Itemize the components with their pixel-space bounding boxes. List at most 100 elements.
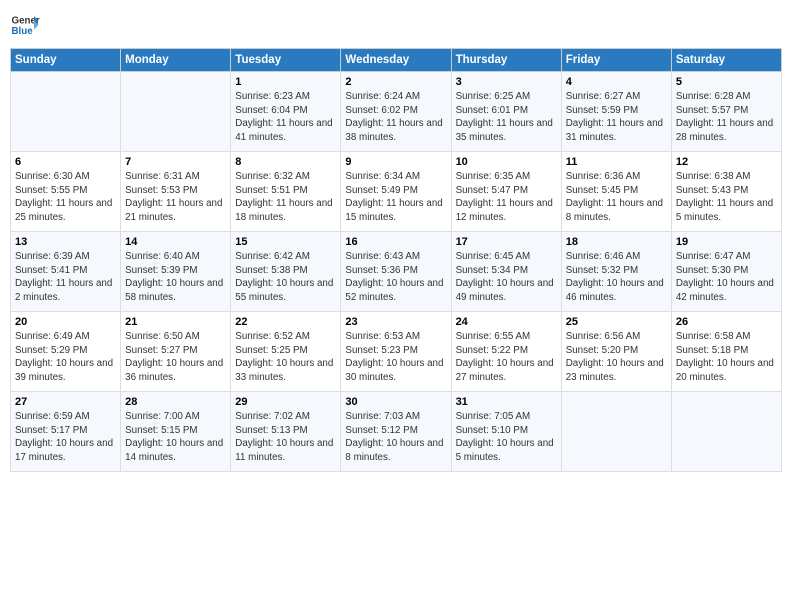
day-number: 6 bbox=[15, 156, 116, 168]
header-thursday: Thursday bbox=[451, 49, 561, 72]
day-number: 22 bbox=[235, 316, 336, 328]
day-number: 7 bbox=[125, 156, 226, 168]
day-info: Sunrise: 6:42 AMSunset: 5:38 PMDaylight:… bbox=[235, 250, 336, 305]
day-info: Sunrise: 6:38 AMSunset: 5:43 PMDaylight:… bbox=[676, 170, 777, 225]
day-number: 29 bbox=[235, 396, 336, 408]
calendar-cell: 7Sunrise: 6:31 AMSunset: 5:53 PMDaylight… bbox=[121, 152, 231, 232]
logo-icon: General Blue bbox=[10, 10, 40, 40]
calendar-cell bbox=[11, 72, 121, 152]
day-info: Sunrise: 6:59 AMSunset: 5:17 PMDaylight:… bbox=[15, 410, 116, 465]
day-number: 17 bbox=[456, 236, 557, 248]
page-header: General Blue bbox=[10, 10, 782, 40]
week-row-3: 13Sunrise: 6:39 AMSunset: 5:41 PMDayligh… bbox=[11, 232, 782, 312]
calendar-cell: 31 Sunrise: 7:05 AMSunset: 5:10 PMDayligh… bbox=[451, 392, 561, 472]
calendar-cell: 21 Sunrise: 6:50 AMSunset: 5:27 PMDayligh… bbox=[121, 312, 231, 392]
calendar-cell: 23 Sunrise: 6:53 AMSunset: 5:23 PMDayligh… bbox=[341, 312, 451, 392]
day-info: Sunrise: 6:50 AMSunset: 5:27 PMDaylight:… bbox=[125, 330, 226, 385]
day-number: 28 bbox=[125, 396, 226, 408]
day-info: Sunrise: 6:28 AMSunset: 5:57 PMDaylight:… bbox=[676, 90, 777, 145]
day-info: Sunrise: 7:00 AMSunset: 5:15 PMDaylight:… bbox=[125, 410, 226, 465]
calendar-cell: 16 Sunrise: 6:43 AMSunset: 5:36 PMDayligh… bbox=[341, 232, 451, 312]
day-info: Sunrise: 6:32 AMSunset: 5:51 PMDaylight:… bbox=[235, 170, 336, 225]
calendar-cell: 18 Sunrise: 6:46 AMSunset: 5:32 PMDayligh… bbox=[561, 232, 671, 312]
calendar-cell: 13Sunrise: 6:39 AMSunset: 5:41 PMDayligh… bbox=[11, 232, 121, 312]
calendar-cell: 25 Sunrise: 6:56 AMSunset: 5:20 PMDayligh… bbox=[561, 312, 671, 392]
day-info: Sunrise: 6:43 AMSunset: 5:36 PMDaylight:… bbox=[345, 250, 446, 305]
day-info: Sunrise: 6:36 AMSunset: 5:45 PMDaylight:… bbox=[566, 170, 667, 225]
calendar-cell: 5Sunrise: 6:28 AMSunset: 5:57 PMDaylight… bbox=[671, 72, 781, 152]
day-info: Sunrise: 6:56 AMSunset: 5:20 PMDaylight:… bbox=[566, 330, 667, 385]
day-number: 15 bbox=[235, 236, 336, 248]
day-number: 25 bbox=[566, 316, 667, 328]
calendar-cell bbox=[671, 392, 781, 472]
calendar-cell: 22 Sunrise: 6:52 AMSunset: 5:25 PMDayligh… bbox=[231, 312, 341, 392]
day-info: Sunrise: 6:25 AMSunset: 6:01 PMDaylight:… bbox=[456, 90, 557, 145]
header-sunday: Sunday bbox=[11, 49, 121, 72]
header-saturday: Saturday bbox=[671, 49, 781, 72]
day-info: Sunrise: 6:35 AMSunset: 5:47 PMDaylight:… bbox=[456, 170, 557, 225]
day-number: 16 bbox=[345, 236, 446, 248]
calendar-cell: 28 Sunrise: 7:00 AMSunset: 5:15 PMDayligh… bbox=[121, 392, 231, 472]
day-number: 12 bbox=[676, 156, 777, 168]
header-tuesday: Tuesday bbox=[231, 49, 341, 72]
day-number: 3 bbox=[456, 76, 557, 88]
week-row-2: 6 Sunrise: 6:30 AMSunset: 5:55 PMDaylight… bbox=[11, 152, 782, 232]
header-monday: Monday bbox=[121, 49, 231, 72]
calendar-cell: 24 Sunrise: 6:55 AMSunset: 5:22 PMDayligh… bbox=[451, 312, 561, 392]
header-friday: Friday bbox=[561, 49, 671, 72]
day-info: Sunrise: 6:49 AMSunset: 5:29 PMDaylight:… bbox=[15, 330, 116, 385]
calendar-cell: 1 Sunrise: 6:23 AMSunset: 6:04 PMDaylight… bbox=[231, 72, 341, 152]
day-info: Sunrise: 6:23 AMSunset: 6:04 PMDaylight:… bbox=[235, 90, 336, 145]
day-number: 27 bbox=[15, 396, 116, 408]
day-number: 10 bbox=[456, 156, 557, 168]
calendar-cell: 11 Sunrise: 6:36 AMSunset: 5:45 PMDayligh… bbox=[561, 152, 671, 232]
week-row-4: 20 Sunrise: 6:49 AMSunset: 5:29 PMDayligh… bbox=[11, 312, 782, 392]
day-number: 8 bbox=[235, 156, 336, 168]
calendar-cell: 26Sunrise: 6:58 AMSunset: 5:18 PMDayligh… bbox=[671, 312, 781, 392]
day-info: Sunrise: 6:40 AMSunset: 5:39 PMDaylight:… bbox=[125, 250, 226, 305]
svg-text:Blue: Blue bbox=[12, 26, 34, 37]
day-number: 19 bbox=[676, 236, 777, 248]
day-info: Sunrise: 6:52 AMSunset: 5:25 PMDaylight:… bbox=[235, 330, 336, 385]
day-number: 9 bbox=[345, 156, 446, 168]
day-number: 31 bbox=[456, 396, 557, 408]
day-info: Sunrise: 6:34 AMSunset: 5:49 PMDaylight:… bbox=[345, 170, 446, 225]
calendar-cell bbox=[121, 72, 231, 152]
day-info: Sunrise: 7:03 AMSunset: 5:12 PMDaylight:… bbox=[345, 410, 446, 465]
calendar-cell: 30 Sunrise: 7:03 AMSunset: 5:12 PMDayligh… bbox=[341, 392, 451, 472]
calendar-cell: 20 Sunrise: 6:49 AMSunset: 5:29 PMDayligh… bbox=[11, 312, 121, 392]
day-info: Sunrise: 6:30 AMSunset: 5:55 PMDaylight:… bbox=[15, 170, 116, 225]
day-number: 24 bbox=[456, 316, 557, 328]
day-info: Sunrise: 6:27 AMSunset: 5:59 PMDaylight:… bbox=[566, 90, 667, 145]
day-info: Sunrise: 6:45 AMSunset: 5:34 PMDaylight:… bbox=[456, 250, 557, 305]
week-row-1: 1 Sunrise: 6:23 AMSunset: 6:04 PMDaylight… bbox=[11, 72, 782, 152]
day-number: 18 bbox=[566, 236, 667, 248]
day-info: Sunrise: 6:55 AMSunset: 5:22 PMDaylight:… bbox=[456, 330, 557, 385]
day-number: 20 bbox=[15, 316, 116, 328]
day-info: Sunrise: 6:46 AMSunset: 5:32 PMDaylight:… bbox=[566, 250, 667, 305]
calendar-header-row: SundayMondayTuesdayWednesdayThursdayFrid… bbox=[11, 49, 782, 72]
day-info: Sunrise: 6:58 AMSunset: 5:18 PMDaylight:… bbox=[676, 330, 777, 385]
day-info: Sunrise: 7:05 AMSunset: 5:10 PMDaylight:… bbox=[456, 410, 557, 465]
calendar-cell: 9 Sunrise: 6:34 AMSunset: 5:49 PMDaylight… bbox=[341, 152, 451, 232]
day-number: 1 bbox=[235, 76, 336, 88]
calendar-table: SundayMondayTuesdayWednesdayThursdayFrid… bbox=[10, 48, 782, 472]
calendar-cell: 12 Sunrise: 6:38 AMSunset: 5:43 PMDayligh… bbox=[671, 152, 781, 232]
day-number: 23 bbox=[345, 316, 446, 328]
day-number: 30 bbox=[345, 396, 446, 408]
day-info: Sunrise: 7:02 AMSunset: 5:13 PMDaylight:… bbox=[235, 410, 336, 465]
calendar-cell: 10 Sunrise: 6:35 AMSunset: 5:47 PMDayligh… bbox=[451, 152, 561, 232]
day-number: 21 bbox=[125, 316, 226, 328]
day-info: Sunrise: 6:47 AMSunset: 5:30 PMDaylight:… bbox=[676, 250, 777, 305]
calendar-cell: 27 Sunrise: 6:59 AMSunset: 5:17 PMDayligh… bbox=[11, 392, 121, 472]
calendar-cell: 15 Sunrise: 6:42 AMSunset: 5:38 PMDayligh… bbox=[231, 232, 341, 312]
day-number: 14 bbox=[125, 236, 226, 248]
day-info: Sunrise: 6:24 AMSunset: 6:02 PMDaylight:… bbox=[345, 90, 446, 145]
calendar-cell: 4Sunrise: 6:27 AMSunset: 5:59 PMDaylight… bbox=[561, 72, 671, 152]
day-info: Sunrise: 6:53 AMSunset: 5:23 PMDaylight:… bbox=[345, 330, 446, 385]
day-number: 11 bbox=[566, 156, 667, 168]
calendar-cell: 17 Sunrise: 6:45 AMSunset: 5:34 PMDayligh… bbox=[451, 232, 561, 312]
calendar-cell: 3 Sunrise: 6:25 AMSunset: 6:01 PMDaylight… bbox=[451, 72, 561, 152]
calendar-cell: 29 Sunrise: 7:02 AMSunset: 5:13 PMDayligh… bbox=[231, 392, 341, 472]
calendar-cell: 6 Sunrise: 6:30 AMSunset: 5:55 PMDaylight… bbox=[11, 152, 121, 232]
